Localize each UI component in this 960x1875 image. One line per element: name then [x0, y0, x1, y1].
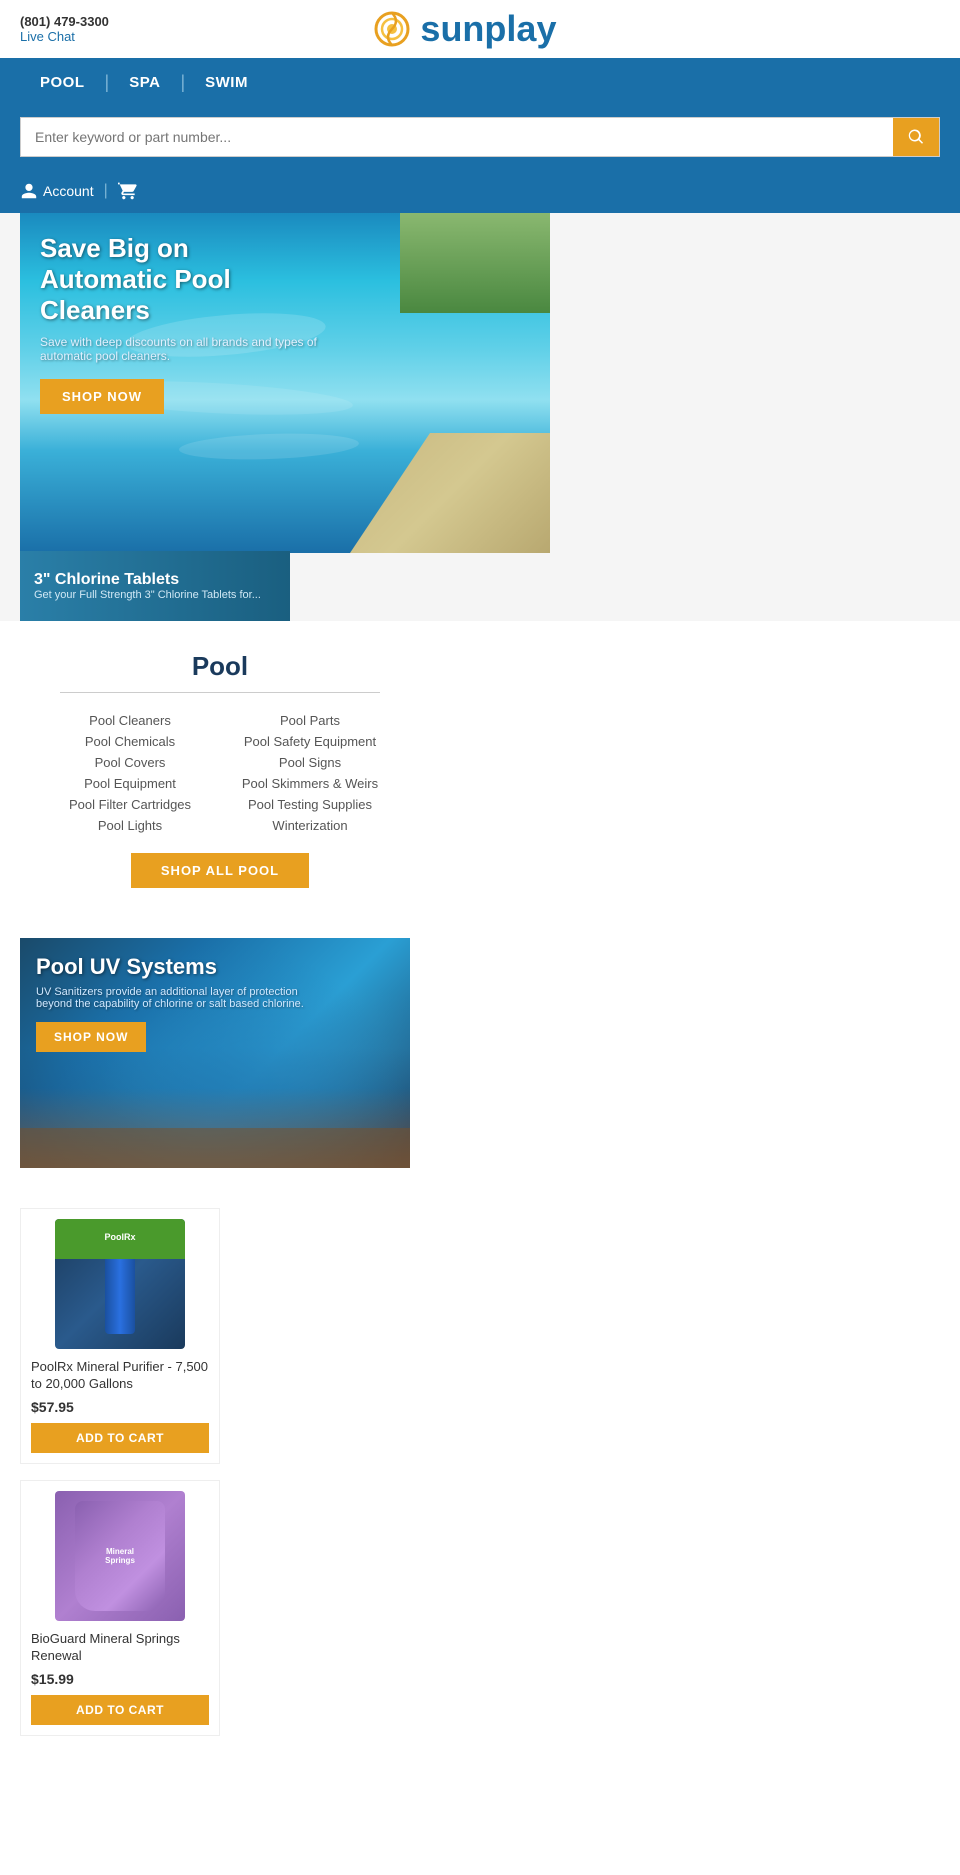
account-bar: Account | — [0, 173, 960, 213]
account-cart-divider: | — [104, 182, 108, 200]
logo-swirl-icon — [372, 9, 412, 49]
search-input[interactable] — [21, 118, 893, 156]
hero-banner: Save Big on Automatic Pool Cleaners Save… — [20, 213, 550, 553]
uv-subtitle: UV Sanitizers provide an additional laye… — [36, 986, 316, 1010]
uv-banner: Pool UV Systems UV Sanitizers provide an… — [20, 938, 410, 1168]
add-to-cart-bioguard-button[interactable]: ADD TO CART — [31, 1695, 209, 1725]
uv-title: Pool UV Systems — [36, 954, 316, 980]
pool-cleaners-link[interactable]: Pool Cleaners — [50, 713, 210, 728]
bioguard-label: MineralSprings — [101, 1543, 139, 1569]
nav-swim[interactable]: SWIM — [185, 58, 268, 107]
category-title: Pool — [40, 651, 400, 682]
pool-lights-link[interactable]: Pool Lights — [50, 818, 210, 833]
account-link[interactable]: Account — [20, 182, 94, 200]
product-card-bioguard: MineralSprings BioGuard Mineral Springs … — [20, 1480, 220, 1736]
cart-icon — [118, 181, 138, 201]
hero-shop-now-button[interactable]: SHOP NOW — [40, 379, 164, 414]
live-chat-link[interactable]: Live Chat — [20, 29, 109, 44]
pool-signs-link[interactable]: Pool Signs — [230, 755, 390, 770]
search-bar — [20, 117, 940, 157]
product-price-poolrx: $57.95 — [31, 1399, 209, 1415]
cart-link[interactable] — [118, 181, 138, 201]
pool-parts-link[interactable]: Pool Parts — [230, 713, 390, 728]
account-icon — [20, 182, 38, 200]
product-image-poolrx: PoolRx — [55, 1219, 185, 1349]
hero-subtitle: Save with deep discounts on all brands a… — [40, 335, 340, 363]
category-grid: Pool Cleaners Pool Parts Pool Chemicals … — [40, 713, 400, 833]
search-icon — [907, 128, 925, 146]
contact-info: (801) 479-3300 Live Chat — [20, 14, 109, 44]
hero-title: Save Big on Automatic Pool Cleaners — [40, 233, 320, 327]
phone-number: (801) 479-3300 — [20, 14, 109, 29]
product-card-poolrx: PoolRx PoolRx Mineral Purifier - 7,500 t… — [20, 1208, 220, 1464]
product-image-bioguard: MineralSprings — [55, 1491, 185, 1621]
logo-text: sunplay — [420, 8, 556, 50]
pool-category-section: Pool Pool Cleaners Pool Parts Pool Chemi… — [0, 621, 960, 918]
bioguard-image-visual: MineralSprings — [55, 1491, 185, 1621]
hero-section: Save Big on Automatic Pool Cleaners Save… — [0, 213, 960, 621]
add-to-cart-poolrx-button[interactable]: ADD TO CART — [31, 1423, 209, 1453]
search-wrapper — [0, 107, 960, 173]
product-price-bioguard: $15.99 — [31, 1671, 209, 1687]
winterization-link[interactable]: Winterization — [230, 818, 390, 833]
page-wrapper: { "topbar": { "phone": "(801) 479-3300",… — [0, 0, 960, 1762]
pool-skimmers-link[interactable]: Pool Skimmers & Weirs — [230, 776, 390, 791]
pool-chemicals-link[interactable]: Pool Chemicals — [50, 734, 210, 749]
search-button[interactable] — [893, 118, 939, 156]
nav-pool[interactable]: POOL — [20, 58, 105, 107]
pool-safety-equipment-link[interactable]: Pool Safety Equipment — [230, 734, 390, 749]
poolrx-label: PoolRx — [104, 1232, 135, 1242]
product-name-bioguard: BioGuard Mineral Springs Renewal — [31, 1631, 209, 1665]
uv-section: Pool UV Systems UV Sanitizers provide an… — [0, 938, 960, 1198]
main-nav: POOL | SPA | SWIM — [0, 58, 960, 107]
mini-banner: 3" Chlorine Tablets Get your Full Streng… — [20, 551, 290, 621]
nav-spa[interactable]: SPA — [109, 58, 180, 107]
hero-content: Save Big on Automatic Pool Cleaners Save… — [40, 233, 340, 414]
pool-testing-supplies-link[interactable]: Pool Testing Supplies — [230, 797, 390, 812]
mini-banner-subtitle: Get your Full Strength 3" Chlorine Table… — [34, 589, 261, 601]
poolrx-image-visual: PoolRx — [55, 1219, 185, 1349]
pool-filter-cartridges-link[interactable]: Pool Filter Cartridges — [50, 797, 210, 812]
top-bar: (801) 479-3300 Live Chat sunplay — [0, 0, 960, 58]
pool-equipment-link[interactable]: Pool Equipment — [50, 776, 210, 791]
pool-category-box: Pool Pool Cleaners Pool Parts Pool Chemi… — [20, 621, 420, 918]
shop-all-pool-button[interactable]: SHOP ALL POOL — [131, 853, 309, 888]
account-label: Account — [43, 183, 94, 199]
logo[interactable]: sunplay — [372, 8, 556, 50]
uv-shop-now-button[interactable]: SHOP NOW — [36, 1022, 146, 1052]
products-section: PoolRx PoolRx Mineral Purifier - 7,500 t… — [0, 1198, 960, 1762]
category-divider — [60, 692, 380, 693]
mini-banner-title: 3" Chlorine Tablets — [34, 571, 261, 589]
uv-content: Pool UV Systems UV Sanitizers provide an… — [36, 954, 316, 1052]
logo-area[interactable]: sunplay — [372, 8, 556, 50]
product-name-poolrx: PoolRx Mineral Purifier - 7,500 to 20,00… — [31, 1359, 209, 1393]
pool-covers-link[interactable]: Pool Covers — [50, 755, 210, 770]
